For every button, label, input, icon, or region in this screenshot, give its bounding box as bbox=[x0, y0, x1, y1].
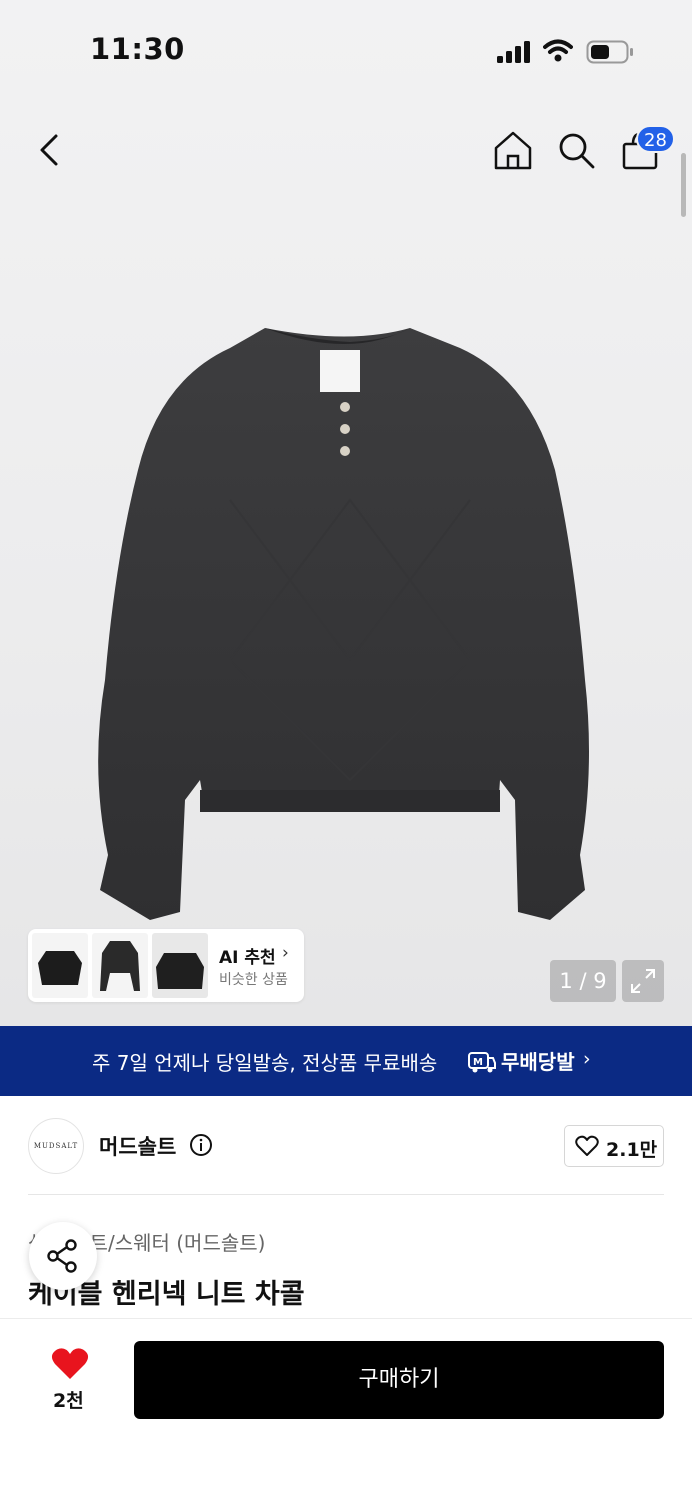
cellular-signal-icon bbox=[497, 41, 530, 63]
brand-like-count: 2.1만 bbox=[606, 1139, 658, 1161]
brand-name[interactable]: 머드솔트 bbox=[99, 1131, 176, 1161]
svg-text:M: M bbox=[473, 1057, 483, 1068]
cart-count-badge: 28 bbox=[636, 125, 675, 153]
divider bbox=[28, 1194, 664, 1195]
ai-recommend-title: AI 추천 bbox=[219, 948, 276, 968]
status-time: 11:30 bbox=[90, 32, 185, 66]
buy-button[interactable]: 구매하기 bbox=[134, 1341, 664, 1419]
share-button[interactable] bbox=[29, 1222, 97, 1290]
chevron-left-icon[interactable] bbox=[30, 128, 70, 172]
expand-icon[interactable] bbox=[622, 960, 664, 1002]
wifi-icon bbox=[543, 39, 573, 62]
image-page-indicator: 1 / 9 bbox=[550, 960, 616, 1002]
product-image bbox=[98, 328, 589, 920]
status-bar: 11:30 bbox=[0, 0, 692, 100]
recommend-thumbnail[interactable] bbox=[152, 933, 208, 998]
search-icon[interactable] bbox=[555, 128, 597, 172]
delivery-truck-icon: M bbox=[468, 1052, 496, 1073]
share-icon bbox=[47, 1239, 77, 1273]
chevron-right-icon: › bbox=[583, 1048, 591, 1070]
delivery-banner[interactable]: 주 7일 언제나 당일발송, 전상품 무료배송 M 무배당발 › bbox=[0, 1026, 692, 1096]
home-icon[interactable] bbox=[491, 128, 535, 172]
banner-brand: 무배당발 bbox=[501, 1050, 575, 1074]
wish-count: 2천 bbox=[53, 1390, 84, 1412]
brand-like-button[interactable]: 2.1만 bbox=[564, 1125, 664, 1167]
recommend-thumbnail[interactable] bbox=[32, 933, 88, 998]
banner-text: 주 7일 언제나 당일발송, 전상품 무료배송 bbox=[92, 1051, 438, 1075]
info-icon[interactable] bbox=[189, 1133, 213, 1157]
brand-logo[interactable]: MUDSALT bbox=[28, 1118, 84, 1174]
battery-icon bbox=[586, 40, 633, 64]
ai-recommend-card[interactable]: AI 추천 › 비슷한 상품 bbox=[28, 929, 304, 1002]
chevron-right-icon: › bbox=[282, 943, 289, 963]
ai-recommend-subtitle: 비슷한 상품 bbox=[219, 972, 288, 988]
heart-outline-icon bbox=[575, 1135, 599, 1156]
scrollbar[interactable] bbox=[681, 153, 686, 217]
heart-filled-icon[interactable] bbox=[50, 1346, 90, 1382]
recommend-thumbnail[interactable] bbox=[92, 933, 148, 998]
